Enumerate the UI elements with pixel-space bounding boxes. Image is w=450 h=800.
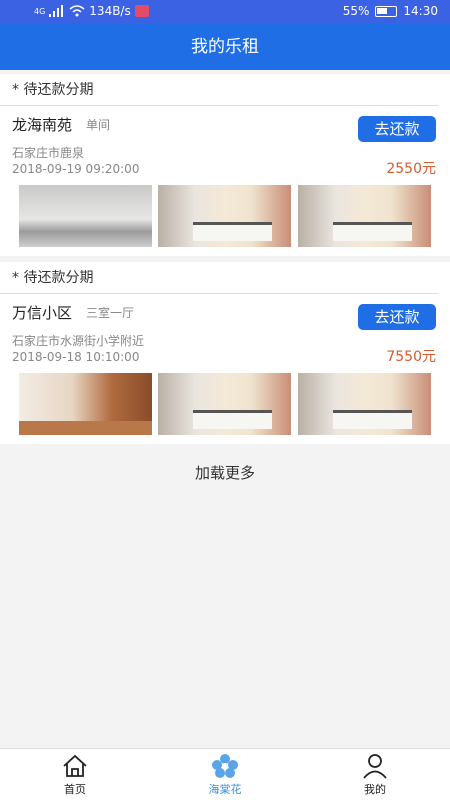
status-bar: 4G 134B/s 55% 14:30: [0, 0, 450, 24]
property-photo-living-room[interactable]: [19, 185, 152, 247]
net-speed: 134B/s: [89, 4, 131, 18]
signal-icon: [49, 5, 64, 17]
order-date: 2018-09-19 09:20:00: [12, 162, 140, 176]
order-card: * 待还款分期 万信小区 三室一厅 去还款 石家庄市水源街小学附近 2018-0…: [0, 262, 450, 444]
order-price: 7550元: [386, 349, 436, 365]
section-label: * 待还款分期: [0, 262, 438, 294]
tab-home[interactable]: 首页: [35, 753, 115, 797]
nav-bar: 我的乐租: [0, 24, 450, 70]
tab-me[interactable]: 我的: [335, 753, 415, 797]
section-label: * 待还款分期: [0, 74, 438, 106]
home-icon: [63, 754, 87, 777]
property-address: 石家庄市鹿泉: [12, 146, 85, 160]
repay-button[interactable]: 去还款: [358, 116, 436, 142]
clock: 14:30: [403, 4, 438, 18]
property-photo-bedroom[interactable]: [158, 373, 291, 435]
order-date: 2018-09-18 10:10:00: [12, 350, 140, 364]
tab-flower[interactable]: 海棠花: [185, 753, 265, 797]
property-name: 龙海南苑: [12, 116, 73, 134]
tab-me-label: 我的: [364, 783, 386, 796]
tab-home-label: 首页: [64, 783, 86, 796]
book-app-icon: [134, 5, 149, 17]
property-photo-bedroom[interactable]: [298, 185, 431, 247]
person-icon: [363, 754, 387, 779]
flower-icon: [212, 754, 238, 778]
order-card: * 待还款分期 龙海南苑 单间 去还款 石家庄市鹿泉 2018-09-19 09…: [0, 74, 450, 256]
wifi-icon: [69, 5, 85, 17]
property-photo-bedroom[interactable]: [158, 185, 291, 247]
property-address: 石家庄市水源街小学附近: [12, 334, 145, 348]
battery-percent: 55%: [342, 4, 370, 18]
battery-icon: [375, 5, 398, 17]
room-type: 三室一厅: [86, 306, 135, 320]
order-price: 2550元: [386, 161, 436, 177]
repay-button[interactable]: 去还款: [358, 304, 436, 330]
property-name: 万信小区: [12, 304, 73, 322]
property-photo-living-room[interactable]: [19, 373, 152, 435]
page-title: 我的乐租: [191, 37, 259, 57]
network-label: 4G: [34, 6, 46, 16]
property-photo-bedroom[interactable]: [298, 373, 431, 435]
tab-bar: 首页 海棠花 我的: [0, 748, 450, 800]
tab-flower-label: 海棠花: [208, 783, 242, 796]
room-type: 单间: [86, 118, 111, 132]
load-more-button[interactable]: 加载更多: [0, 462, 450, 483]
